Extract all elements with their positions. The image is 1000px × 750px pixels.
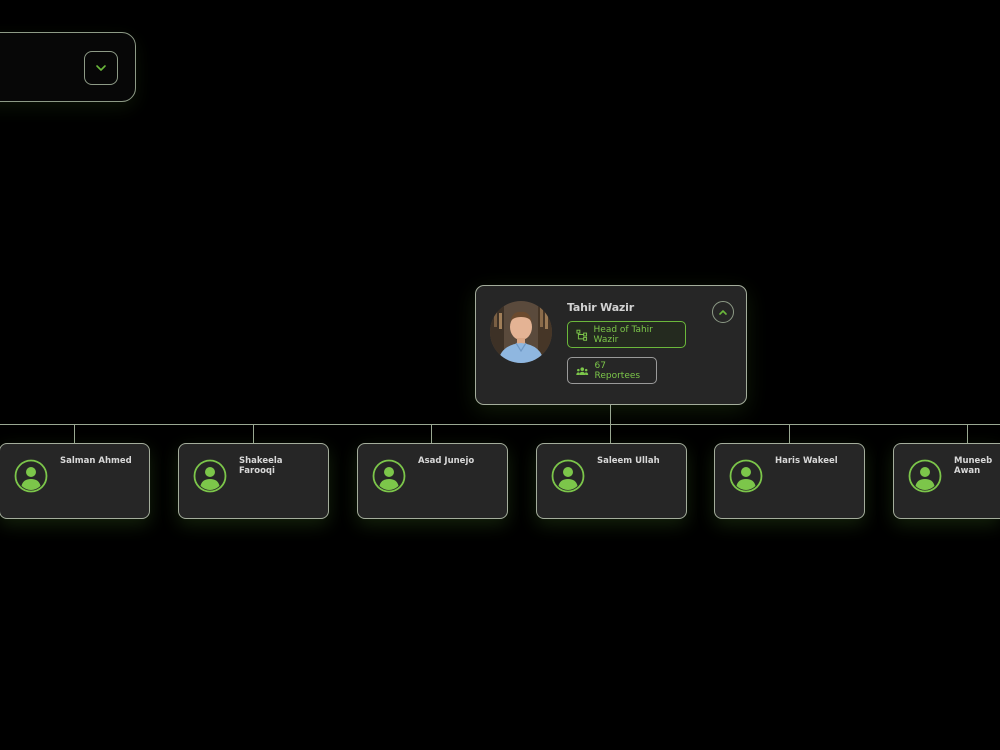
org-chart-canvas[interactable]: Tahir Wazir Head of Tahir Wazir 67 Repor… — [0, 0, 1000, 750]
employee-name: Muneeb Awan — [954, 456, 993, 476]
head-name: Tahir Wazir — [567, 301, 634, 314]
employee-card[interactable]: Saleem Ullah — [536, 443, 687, 519]
child-connector — [789, 424, 790, 443]
user-avatar-icon — [551, 459, 585, 493]
sibling-connector — [0, 424, 1000, 425]
employee-card[interactable]: Salman Ahmed — [0, 443, 150, 519]
chevron-up-icon — [719, 309, 727, 315]
employee-card[interactable]: Muneeb Awan — [893, 443, 1000, 519]
head-connector — [610, 405, 611, 424]
employee-name: Saleem Ullah — [597, 456, 660, 466]
employee-card[interactable]: Haris Wakeel — [714, 443, 865, 519]
user-avatar-icon — [372, 459, 406, 493]
employee-name: Asad Junejo — [418, 456, 475, 466]
child-connector — [253, 424, 254, 443]
user-avatar-icon — [729, 459, 763, 493]
child-connector — [74, 424, 75, 443]
user-avatar-icon — [14, 459, 48, 493]
user-avatar-icon — [908, 459, 942, 493]
child-connector — [431, 424, 432, 443]
title-label: Head of Tahir Wazir — [593, 324, 653, 345]
employee-name: Shakeela Farooqi — [239, 456, 283, 476]
child-connector — [967, 424, 968, 443]
expand-button[interactable] — [84, 51, 118, 85]
reportees-badge[interactable]: 67 Reportees — [567, 357, 657, 384]
employee-card[interactable]: Asad Junejo — [357, 443, 508, 519]
org-chart-icon — [576, 329, 588, 341]
head-employee-card[interactable]: Tahir Wazir Head of Tahir Wazir 67 Repor… — [475, 285, 747, 405]
user-avatar-icon — [193, 459, 227, 493]
employee-name: Haris Wakeel — [775, 456, 838, 466]
profile-photo — [490, 301, 552, 363]
employee-name: Salman Ahmed — [60, 456, 132, 466]
child-connector — [610, 424, 611, 443]
collapse-button[interactable] — [712, 301, 734, 323]
users-icon — [576, 366, 589, 375]
top-level-card[interactable] — [0, 32, 136, 102]
reportees-label: 67 Reportees — [594, 360, 641, 381]
employee-card[interactable]: Shakeela Farooqi — [178, 443, 329, 519]
title-badge[interactable]: Head of Tahir Wazir — [567, 321, 686, 348]
chevron-down-icon — [96, 65, 106, 71]
